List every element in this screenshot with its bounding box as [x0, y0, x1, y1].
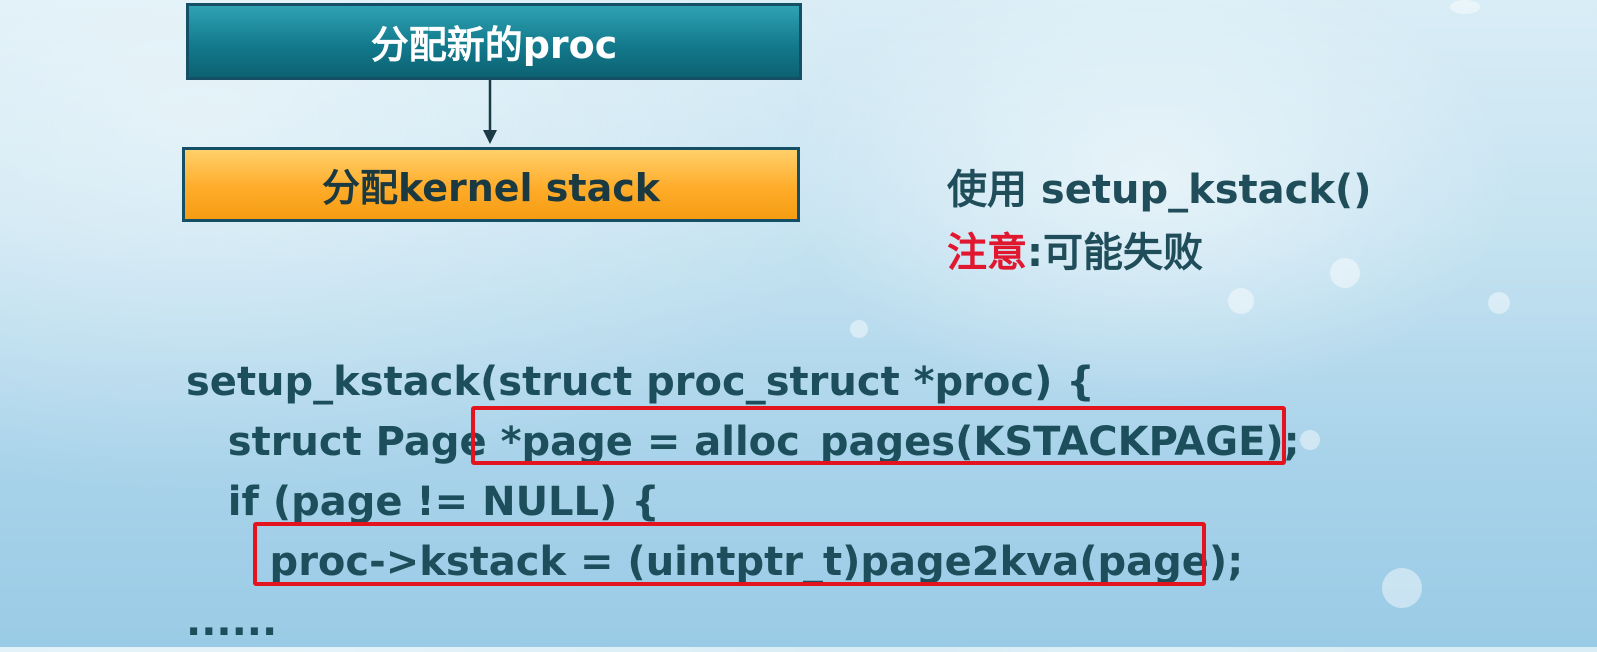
usage-note: 使用 setup_kstack(): [947, 167, 1372, 213]
background-bubble: [1382, 568, 1422, 608]
warning-text: :可能失败: [1027, 230, 1203, 276]
background-bubble: [850, 320, 868, 338]
background-bubble: [1488, 292, 1510, 314]
warning-note: 注意:可能失败: [947, 220, 1203, 278]
flow-step-label: 分配kernel stack: [321, 166, 661, 210]
highlight-box-kstack-assign: [253, 522, 1206, 586]
background-bubble: [1300, 430, 1320, 450]
flow-step-allocate-kernel-stack: 分配kernel stack: [182, 147, 800, 222]
flow-step-allocate-proc: 分配新的proc: [186, 3, 802, 80]
code-line: ......: [186, 599, 278, 645]
background-bubble: [1228, 288, 1254, 314]
background-bubble: [1450, 0, 1480, 14]
flow-step-label: 分配新的proc: [370, 23, 618, 67]
background-bubble: [1330, 258, 1360, 288]
code-block: setup_kstack(struct proc_struct *proc) {…: [186, 352, 1300, 652]
code-line: setup_kstack(struct proc_struct *proc) {: [186, 359, 1095, 405]
highlight-box-alloc-pages: [471, 406, 1286, 465]
warning-label: 注意: [947, 230, 1027, 276]
flow-arrow-icon: [483, 80, 497, 144]
